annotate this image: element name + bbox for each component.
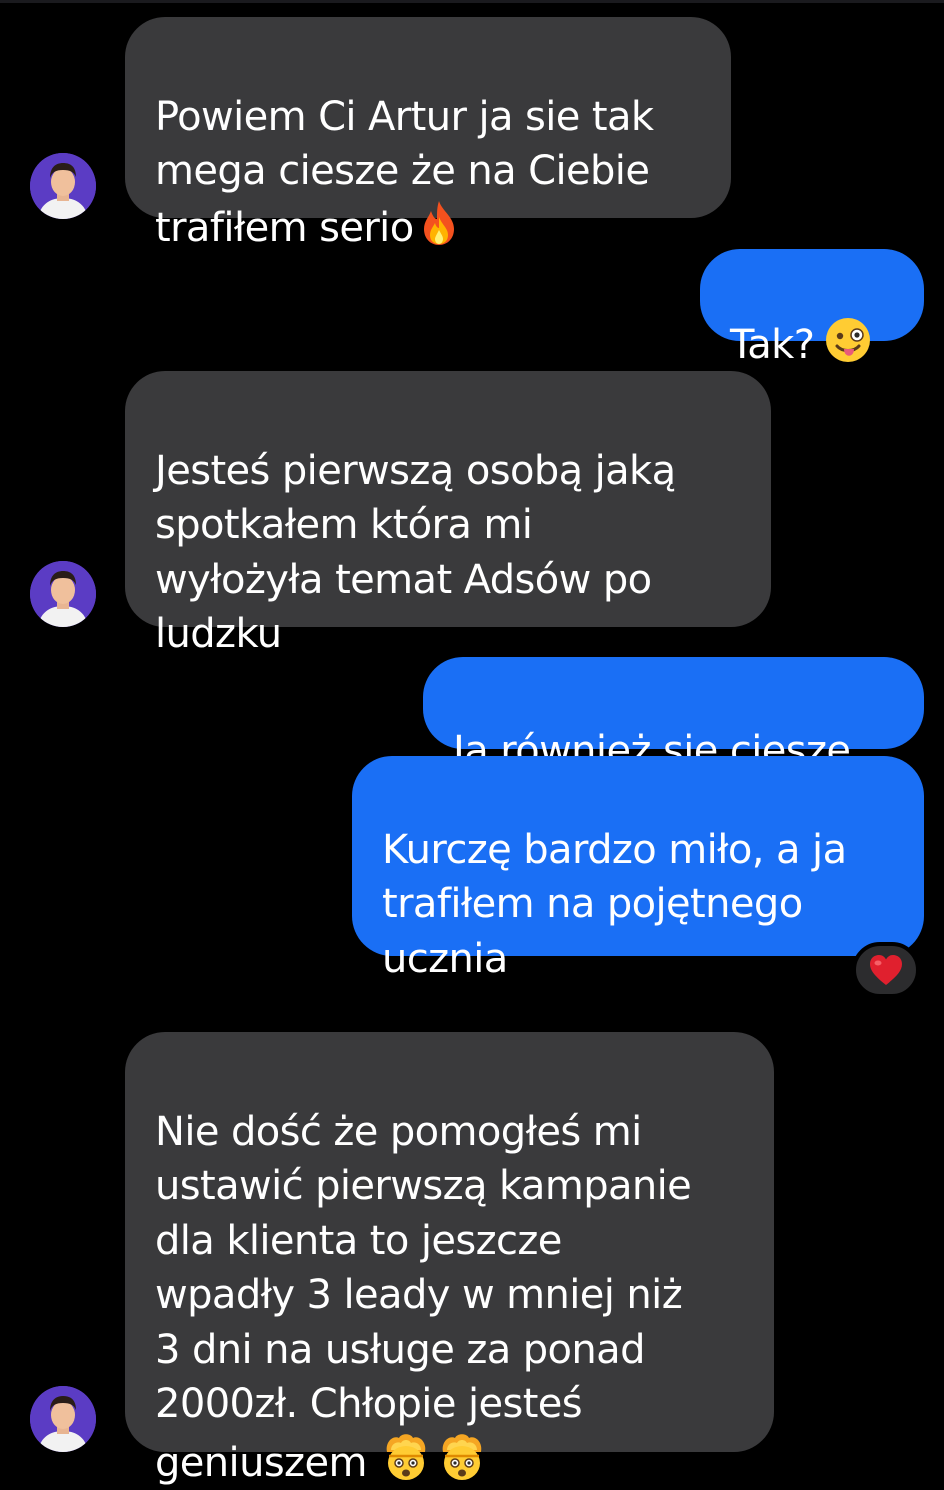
message-bubble-outgoing[interactable]: Kurczę bardzo miło, a ja trafiłem na poj… xyxy=(352,756,924,982)
message-bubble-incoming[interactable]: Nie dość że pomogłeś mi ustawić pierwszą… xyxy=(125,1032,774,1486)
person-icon xyxy=(30,153,96,219)
contact-avatar[interactable] xyxy=(30,561,96,627)
message-bubble-incoming[interactable]: Jesteś pierwszą osobą jaką spotkałem któ… xyxy=(125,371,771,657)
fire-icon xyxy=(418,199,460,247)
message-text: Tak? xyxy=(730,321,815,368)
red-heart-icon xyxy=(870,955,902,985)
message-text: Jesteś pierwszą osobą jaką spotkałem któ… xyxy=(155,447,676,658)
message-text: Powiem Ci Artur ja sie tak mega ciesze ż… xyxy=(155,93,654,251)
person-icon xyxy=(30,1386,96,1452)
exploding-head-icon xyxy=(381,1432,431,1482)
exploding-head-icon xyxy=(437,1432,487,1482)
message-text: Kurczę bardzo miło, a ja trafiłem na poj… xyxy=(382,826,847,982)
message-bubble-incoming[interactable]: Powiem Ci Artur ja sie tak mega ciesze ż… xyxy=(125,17,731,251)
top-divider xyxy=(0,0,944,3)
contact-avatar[interactable] xyxy=(30,153,96,219)
message-bubble-outgoing[interactable]: Tak? xyxy=(700,249,924,368)
contact-avatar[interactable] xyxy=(30,1386,96,1452)
person-icon xyxy=(30,561,96,627)
message-text: Nie dość że pomogłeś mi ustawić pierwszą… xyxy=(155,1108,692,1486)
reaction-badge[interactable] xyxy=(852,942,920,998)
winking-face-with-tongue-icon xyxy=(824,316,872,364)
message-bubble-outgoing[interactable]: Ja również się cieszę xyxy=(423,657,924,774)
